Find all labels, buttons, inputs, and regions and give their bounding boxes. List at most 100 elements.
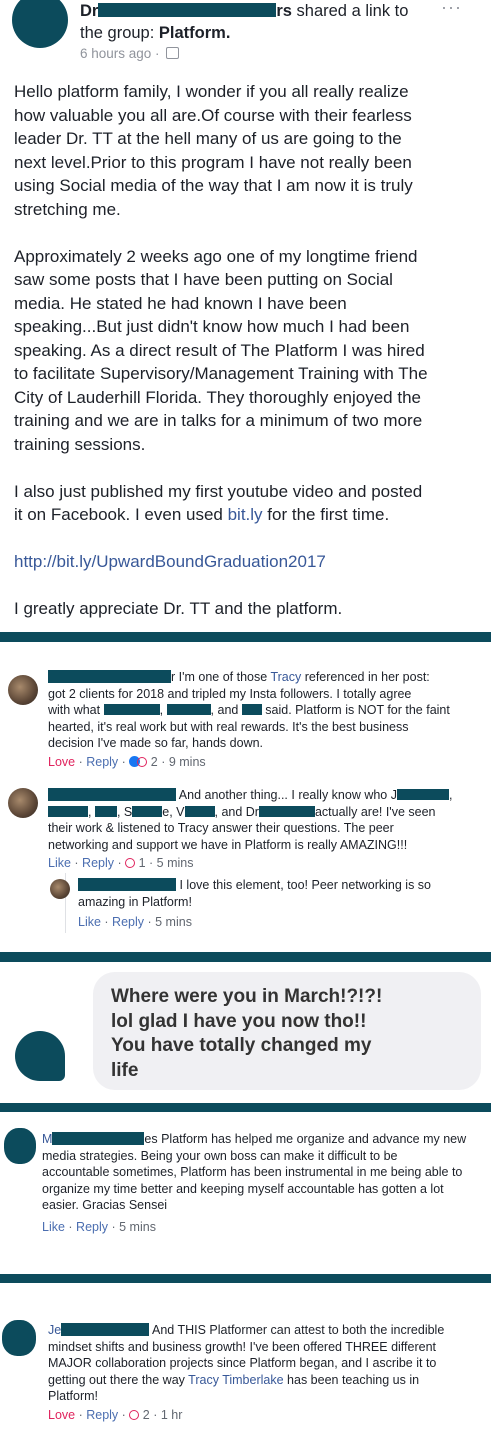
comment-actions: Love · Reply · 2 · 9 mins: [48, 754, 206, 769]
post-line: media. He stated he had known I have bee…: [14, 293, 347, 313]
comment-actions: Like · Reply · 5 mins: [78, 915, 192, 929]
reply-1: I love this element, too! Peer networkin…: [78, 877, 488, 931]
comment-time: 5 mins: [155, 915, 192, 929]
mention-redacted[interactable]: [241, 704, 262, 715]
post-header: Dr rs shared a link to the group: Platfor…: [80, 0, 410, 44]
reaction-count[interactable]: 2: [151, 755, 158, 769]
commenter-name[interactable]: Je: [48, 1323, 61, 1337]
love-button[interactable]: Love: [48, 755, 75, 769]
author-name-end[interactable]: rs: [276, 2, 292, 20]
replier-avatar[interactable]: [50, 879, 70, 899]
reply-button[interactable]: Reply: [86, 755, 118, 769]
post-line: next level.Prior to this program I have …: [14, 152, 412, 172]
more-options-button[interactable]: ···: [441, 0, 462, 18]
bitly-link[interactable]: bit.ly: [228, 505, 263, 524]
mention-redacted[interactable]: [258, 805, 315, 817]
commenter-name-redacted[interactable]: [48, 788, 176, 801]
heart-reaction-icon: [129, 1409, 140, 1420]
reply-button[interactable]: Reply: [86, 1408, 118, 1422]
commenter-avatar[interactable]: [4, 1128, 36, 1164]
mention-redacted[interactable]: [94, 805, 117, 817]
comment-time: 9 mins: [168, 754, 206, 769]
comment-text: , and: [210, 703, 242, 717]
comment-text: And THIS Platformer can attest to both t…: [149, 1323, 445, 1337]
mention-redacted[interactable]: [166, 704, 211, 715]
author-name[interactable]: Dr: [80, 2, 98, 20]
group-prefix: the group:: [80, 24, 159, 42]
post-line: Hello platform family, I wonder if you a…: [14, 82, 409, 101]
commenter-name-redacted[interactable]: [61, 1323, 150, 1336]
message-sender-avatar[interactable]: [15, 1031, 65, 1081]
commenter-avatar[interactable]: [8, 675, 38, 705]
post-line: training sessions.: [14, 434, 146, 454]
post-line: stretching me.: [14, 199, 121, 219]
post-line: training and we are in talks for a minim…: [14, 411, 423, 430]
love-button[interactable]: Love: [48, 1408, 75, 1422]
comment-text: easier. Gracias Sensei: [42, 1198, 168, 1212]
comment-actions: Love · Reply · 2 · 1 hr: [48, 1407, 183, 1422]
mention-tracy-timberlake[interactable]: Tracy Timberlake: [188, 1373, 283, 1387]
comment-text: hearted, it's real work but with real re…: [48, 719, 409, 734]
mention-redacted[interactable]: [184, 805, 215, 817]
post-line: I greatly appreciate Dr. TT and the plat…: [14, 599, 343, 618]
post-line: speaking. As a direct result of The Plat…: [14, 340, 425, 360]
comment-actions: Like · Reply · 5 mins: [42, 1219, 156, 1234]
comment-time: 5 mins: [119, 1219, 156, 1234]
comment-4: Je And THIS Platformer can attest to bot…: [48, 1322, 490, 1423]
comment-text: , and Dr: [214, 804, 259, 819]
section-divider: [0, 952, 491, 962]
comment-3: Mes Platform has helped me organize and …: [42, 1131, 490, 1235]
like-button[interactable]: Like: [78, 915, 101, 929]
comment-text: actually are! I've seen: [314, 804, 436, 819]
comment-text: their work & listened to Tracy answer th…: [48, 821, 394, 835]
author-name-redacted: [98, 3, 277, 17]
mention-tracy[interactable]: Tracy: [270, 670, 301, 684]
post-line: using Social media of the way that I am …: [14, 176, 413, 195]
author-avatar[interactable]: [12, 0, 68, 48]
shared-url-link[interactable]: http://bit.ly/UpwardBoundGraduation2017: [14, 550, 484, 574]
post-line-text: for the first time.: [267, 505, 390, 524]
comment-text: , S: [116, 804, 133, 819]
header-line-1: Dr rs shared a link to: [80, 0, 410, 22]
section-divider: [0, 1274, 491, 1283]
message-line: life: [111, 1059, 139, 1081]
replier-name-redacted[interactable]: [78, 878, 176, 891]
comment-time: 5 mins: [156, 856, 194, 870]
commenter-name-redacted[interactable]: [52, 1132, 145, 1145]
comment-text: I love this element, too! Peer networkin…: [179, 878, 431, 892]
like-button[interactable]: Like: [42, 1220, 65, 1234]
reaction-count[interactable]: 1: [139, 856, 146, 870]
comment-text: ,: [159, 703, 167, 717]
reaction-count[interactable]: 2: [143, 1408, 150, 1422]
heart-reaction-icon: [137, 756, 148, 767]
post-time[interactable]: 6 hours ago ·: [80, 46, 160, 61]
comment-text: r I'm one of those: [171, 670, 271, 684]
commenter-name-redacted[interactable]: [48, 670, 171, 683]
reply-button[interactable]: Reply: [82, 856, 114, 870]
commenter-avatar[interactable]: [8, 788, 38, 818]
post-line: Approximately 2 weeks ago one of my long…: [14, 246, 418, 266]
group-name[interactable]: Platform.: [159, 24, 231, 42]
mention-redacted[interactable]: [132, 805, 163, 817]
post-time-row: 6 hours ago ·: [80, 46, 180, 61]
mention-redacted[interactable]: [103, 704, 160, 715]
post-line: how valuable you all are.Of course with …: [14, 105, 412, 125]
comment-time: 1 hr: [160, 1407, 183, 1422]
mention-redacted[interactable]: [396, 789, 449, 800]
mention-redacted[interactable]: [48, 805, 88, 817]
comment-1: r I'm one of those Tracy referenced in h…: [48, 669, 488, 770]
comment-text: And another thing... I really know who J: [178, 788, 397, 802]
post-line: City of Lauderhill Florida. They thoroug…: [14, 387, 421, 407]
section-divider: [0, 1103, 491, 1112]
section-divider: [0, 632, 491, 642]
commenter-avatar[interactable]: [2, 1320, 36, 1356]
reply-button[interactable]: Reply: [76, 1220, 108, 1234]
comment-2: And another thing... I really know who J…: [48, 787, 488, 872]
message-line: lol glad I have you now tho!!: [111, 1010, 367, 1032]
post-line: saw some posts that I have been putting …: [14, 270, 393, 289]
like-button[interactable]: Like: [48, 856, 71, 870]
commenter-name[interactable]: M: [42, 1132, 52, 1146]
comment-text: decision I've made so far, hands down.: [48, 736, 264, 750]
comment-text: referenced in her post:: [301, 670, 430, 684]
reply-button[interactable]: Reply: [112, 915, 144, 929]
